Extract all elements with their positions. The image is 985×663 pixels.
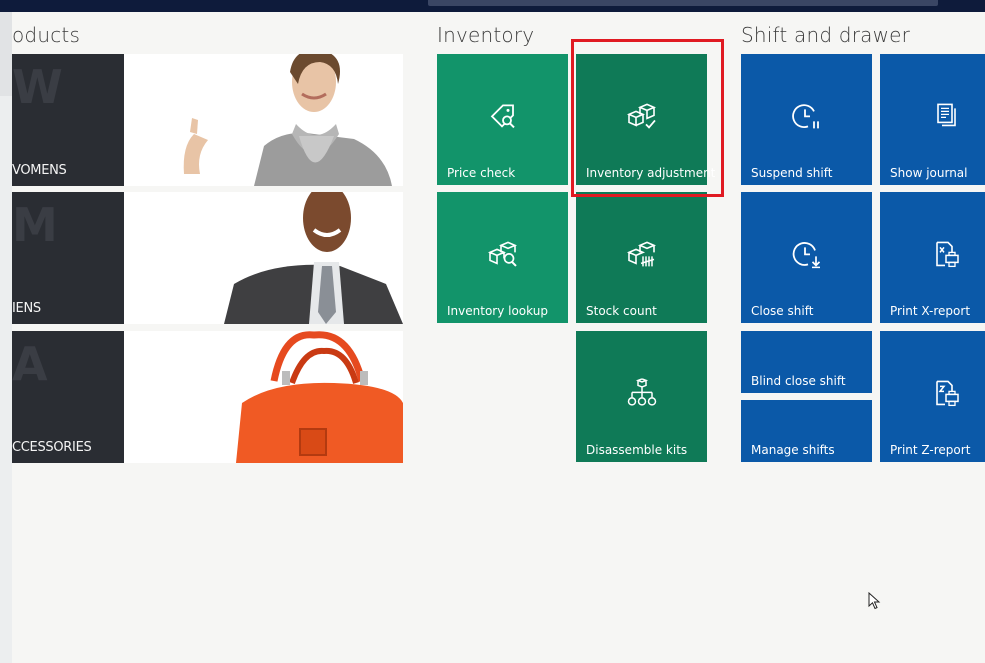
product-tile-label: CCESSORIES xyxy=(12,440,92,455)
search-bar[interactable] xyxy=(428,0,938,6)
tile-label: Close shift xyxy=(751,304,814,318)
product-tile-womens[interactable]: W VOMENS xyxy=(12,54,403,186)
tile-label: Inventory lookup xyxy=(447,304,548,318)
tile-label: Blind close shift xyxy=(751,374,846,388)
category-letter: W xyxy=(12,60,63,114)
show-journal-tile[interactable]: Show journal xyxy=(880,54,985,185)
inventory-adjustment-tile[interactable]: Inventory adjustment xyxy=(576,54,715,185)
clock-down-icon xyxy=(792,241,820,268)
tile-label: Show journal xyxy=(890,166,968,180)
left-navigation-edge xyxy=(0,12,12,663)
disassemble-kits-tile[interactable]: Disassemble kits xyxy=(576,331,707,462)
tile-label: Stock count xyxy=(586,304,657,318)
inventory-section-title: Inventory xyxy=(437,23,535,47)
suspend-shift-tile[interactable]: Suspend shift xyxy=(741,54,872,185)
mouse-cursor-icon xyxy=(868,592,881,610)
product-tile-accessories[interactable]: A CCESSORIES xyxy=(12,331,403,463)
boxes-check-icon xyxy=(626,103,656,129)
tile-label: Suspend shift xyxy=(751,166,833,180)
clock-pause-icon xyxy=(791,103,819,128)
shift-drawer-section-title: Shift and drawer xyxy=(741,23,911,47)
products-section-title: oducts xyxy=(12,23,81,47)
blind-close-shift-tile[interactable]: Blind close shift xyxy=(741,331,872,393)
product-tile-mens[interactable]: M IENS xyxy=(12,192,403,324)
hierarchy-icon xyxy=(627,377,656,406)
print-z-report-tile[interactable]: Print Z-report xyxy=(880,331,985,462)
tile-label: Disassemble kits xyxy=(586,443,688,457)
boxes-count-icon xyxy=(626,241,656,266)
price-tag-search-icon xyxy=(490,104,515,128)
category-letter: A xyxy=(12,337,48,391)
print-x-report-icon xyxy=(935,241,959,267)
tile-label: Manage shifts xyxy=(751,443,835,457)
top-bar xyxy=(0,0,985,12)
print-x-report-tile[interactable]: Print X-report xyxy=(880,192,985,323)
close-shift-tile[interactable]: Close shift xyxy=(741,192,872,323)
orange-handbag-photo xyxy=(124,331,403,463)
product-tile-label: VOMENS xyxy=(12,163,67,178)
tile-label: Print Z-report xyxy=(890,443,971,457)
journal-icon xyxy=(936,103,956,126)
inventory-lookup-tile[interactable]: Inventory lookup xyxy=(437,192,568,323)
manage-shifts-tile[interactable]: Manage shifts xyxy=(741,400,872,462)
price-check-tile[interactable]: Price check xyxy=(437,54,568,185)
tile-label: Inventory adjustment xyxy=(586,166,716,180)
womens-model-photo xyxy=(124,54,403,186)
stock-count-tile[interactable]: Stock count xyxy=(576,192,707,323)
print-z-report-icon xyxy=(935,380,959,406)
mens-model-photo xyxy=(124,192,403,324)
product-tile-label: IENS xyxy=(12,301,41,316)
tile-label: Price check xyxy=(447,166,516,180)
tile-label: Print X-report xyxy=(890,304,971,318)
category-letter: M xyxy=(12,198,58,252)
boxes-search-icon xyxy=(487,241,517,267)
